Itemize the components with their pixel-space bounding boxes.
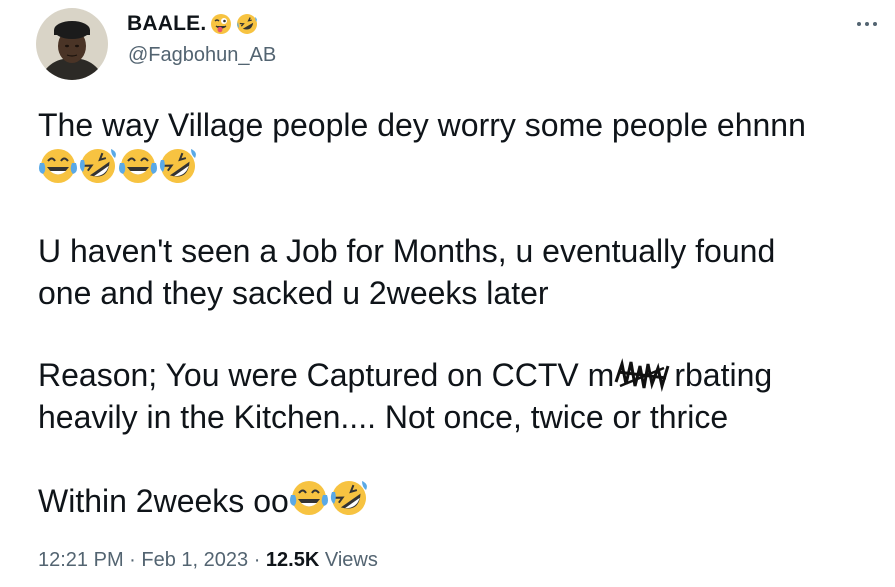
tweet-line: rbating xyxy=(674,357,773,393)
tweet-line: Within 2weeks oo xyxy=(38,483,289,519)
tweet-paragraph-1: The way Village people dey worry some pe… xyxy=(38,104,878,190)
author-name[interactable]: BAALE. xyxy=(127,12,258,36)
emoji-row xyxy=(289,481,369,519)
tweet-line: U haven't seen a Job for Months, u event… xyxy=(38,233,776,269)
tweet-line: Reason; You were Captured on CCTV m xyxy=(38,357,615,393)
tweet-paragraph-4: Within 2weeks oo xyxy=(38,478,878,522)
tweet-text: The way Village people dey worry some pe… xyxy=(38,104,878,522)
face-with-tears-of-joy-icon xyxy=(39,149,77,183)
tweet-paragraph-3: Reason; You were Captured on CCTV m rbati… xyxy=(38,354,878,438)
tweet-time-link[interactable]: 12:21 PM · Feb 1, 2023 xyxy=(38,549,248,571)
author-handle[interactable]: @Fagbohun_AB xyxy=(128,44,276,67)
more-dot-icon xyxy=(865,22,869,26)
tweet-date: Feb 1, 2023 xyxy=(141,549,249,571)
censored-scribble xyxy=(614,354,674,396)
more-options-button[interactable] xyxy=(853,14,881,34)
views-label: Views xyxy=(319,549,378,571)
author-name-text: BAALE. xyxy=(127,12,207,35)
separator: · xyxy=(123,549,142,571)
face-with-tears-of-joy-icon xyxy=(119,149,157,183)
more-dot-icon xyxy=(873,22,877,26)
avatar-photo xyxy=(36,8,108,80)
rolling-on-floor-laughing-icon xyxy=(159,149,196,183)
tweet-card: BAALE. @Fagbohun_AB The way Village peop… xyxy=(0,0,895,587)
rolling-on-floor-laughing-icon xyxy=(79,149,116,183)
winking-face-with-tongue-icon xyxy=(211,14,232,34)
rolling-on-floor-laughing-icon xyxy=(330,481,367,515)
face-with-tears-of-joy-icon xyxy=(289,481,328,515)
tweet-meta: 12:21 PM · Feb 1, 2023 · 12.5K Views xyxy=(38,549,378,572)
avatar[interactable] xyxy=(36,8,108,80)
tweet-paragraph-2: U haven't seen a Job for Months, u event… xyxy=(38,230,878,314)
rolling-on-floor-laughing-icon xyxy=(237,14,258,34)
tweet-line: heavily in the Kitchen.... Not once, twi… xyxy=(38,399,729,435)
more-dot-icon xyxy=(857,22,861,26)
tweet-time: 12:21 PM xyxy=(38,549,124,571)
tweet-line: The way Village people dey worry some pe… xyxy=(38,107,806,143)
views-count: 12.5K xyxy=(265,549,320,571)
separator: · xyxy=(248,549,266,571)
emoji-row xyxy=(38,149,198,187)
tweet-line: one and they sacked u 2weeks later xyxy=(38,275,549,311)
